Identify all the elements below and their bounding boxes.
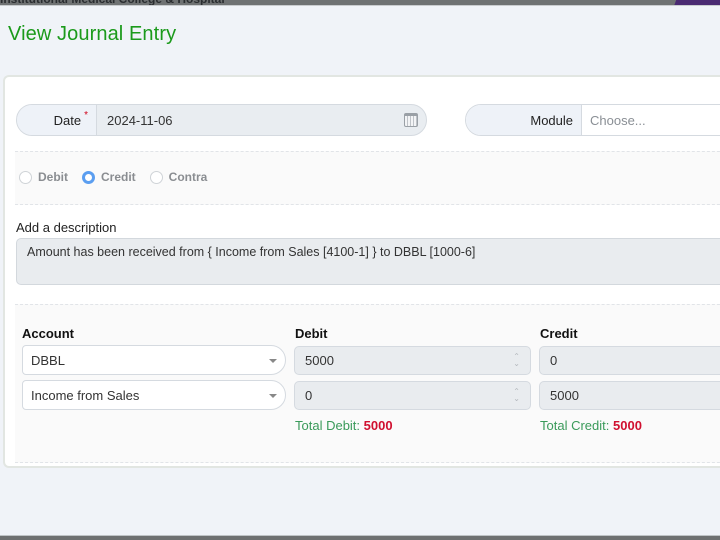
module-label: Module (466, 105, 582, 135)
debit-input[interactable]: 0 ⌃ ⌄ (294, 381, 531, 410)
debit-value: 0 (305, 388, 313, 403)
required-mark: * (84, 109, 88, 121)
account-select[interactable]: Income from Sales (22, 380, 286, 410)
entries-section: Account Debit Credit DBBL 5000 ⌃ ⌄ 0 Inco… (15, 304, 720, 463)
date-field-group: Date * 2024-11-06 (16, 104, 427, 136)
total-credit-value: 5000 (613, 418, 642, 433)
radio-contra-circle[interactable] (149, 170, 163, 184)
radio-credit-circle[interactable] (82, 170, 95, 184)
credit-value: 0 (550, 353, 558, 368)
credit-input[interactable]: 5000 (539, 381, 720, 410)
total-credit: Total Credit: 5000 (540, 418, 642, 433)
total-debit-label: Total Debit: (295, 418, 361, 433)
radio-debit-circle[interactable] (19, 170, 32, 184)
debit-value: 5000 (305, 353, 334, 368)
radio-debit[interactable]: Debit (19, 170, 68, 184)
date-input[interactable]: 2024-11-06 (97, 105, 426, 135)
date-value: 2024-11-06 (107, 112, 173, 128)
description-label: Add a description (16, 220, 117, 235)
account-select[interactable]: DBBL (22, 345, 286, 375)
top-header-bar: Institutional Medical College & Hospital (0, 0, 720, 6)
description-textarea[interactable]: Amount has been received from { Income f… (16, 238, 720, 285)
chevron-down-icon (269, 394, 277, 398)
header-accent (674, 0, 720, 5)
radio-contra-label: Contra (168, 170, 208, 184)
module-select[interactable]: Choose... (582, 105, 720, 135)
radio-contra[interactable]: Contra (149, 170, 208, 184)
module-field-group: Module Choose... (465, 104, 720, 136)
debit-input[interactable]: 5000 ⌃ ⌄ (294, 346, 531, 375)
calendar-icon[interactable] (404, 113, 418, 127)
credit-input[interactable]: 0 (539, 346, 720, 375)
date-label-text: Date (53, 112, 82, 128)
bottom-bar (0, 535, 720, 540)
total-debit-value: 5000 (363, 418, 393, 433)
entry-type-radio-group: Debit Credit Contra (19, 170, 221, 184)
stepper-icon[interactable]: ⌃ ⌄ (513, 353, 520, 368)
radio-debit-label: Debit (38, 170, 68, 184)
radio-credit[interactable]: Credit (82, 170, 136, 184)
credit-column-header: Credit (540, 326, 578, 341)
credit-value: 5000 (550, 388, 579, 403)
stepper-icon[interactable]: ⌃ ⌄ (513, 388, 520, 403)
radio-credit-label: Credit (101, 170, 136, 184)
page-title: View Journal Entry (8, 23, 177, 45)
journal-entry-card: Date * 2024-11-06 Module Choose... Debit… (3, 75, 720, 468)
chevron-down-icon (269, 359, 277, 363)
entry-type-section: Debit Credit Contra (15, 151, 720, 205)
total-credit-label: Total Credit: (540, 418, 610, 433)
date-label: Date * (17, 105, 97, 135)
account-column-header: Account (22, 326, 74, 341)
organization-name: Institutional Medical College & Hospital (0, 0, 225, 5)
account-value: DBBL (31, 352, 65, 368)
total-debit: Total Debit: 5000 (295, 418, 393, 433)
account-value: Income from Sales (31, 387, 140, 403)
debit-column-header: Debit (295, 326, 328, 341)
